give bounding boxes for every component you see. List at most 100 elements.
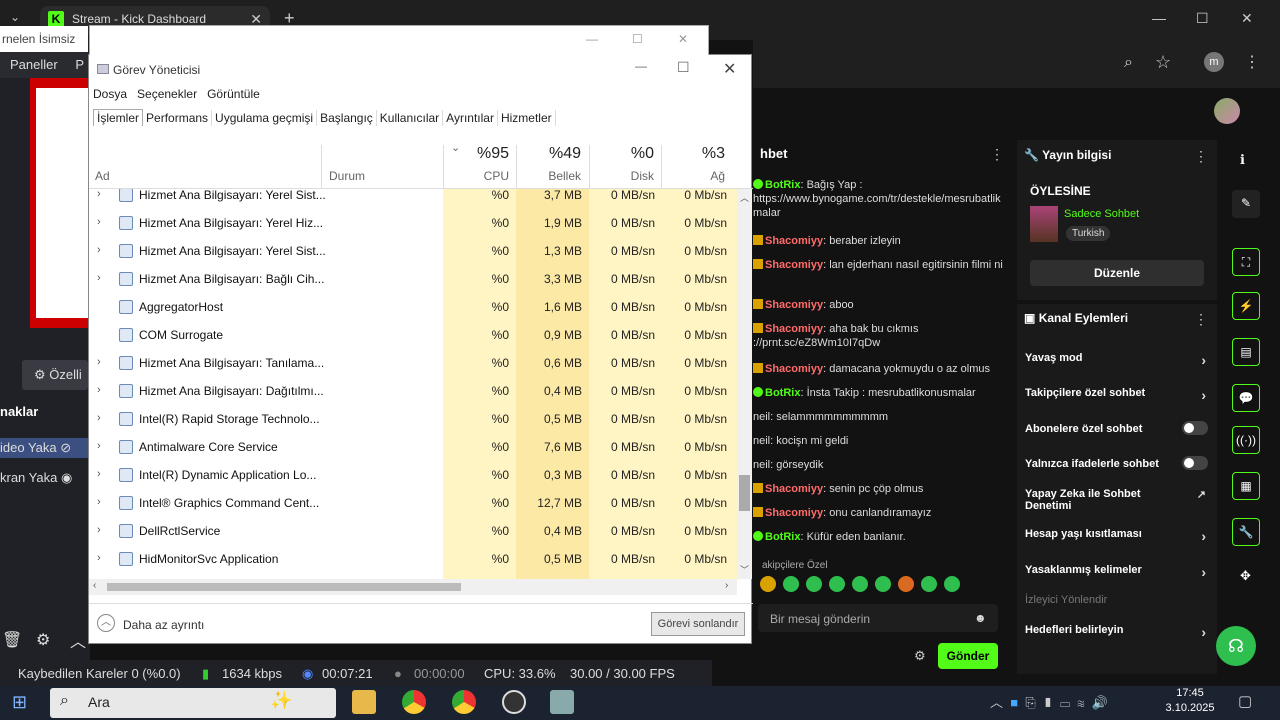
column-memory[interactable]: Bellek <box>529 169 581 183</box>
tab-app-history[interactable]: Uygulama geçmişi <box>212 110 318 126</box>
expand-chevron-icon[interactable]: › <box>97 440 101 452</box>
minimize-icon[interactable]: — <box>586 32 598 46</box>
close-window-icon[interactable]: ✕ <box>1241 10 1253 27</box>
chat-username[interactable]: Shacomiyy <box>765 235 823 247</box>
chat-username[interactable]: Shacomiyy <box>765 299 823 311</box>
tab-details[interactable]: Ayrıntılar <box>443 110 498 126</box>
emote-icon[interactable] <box>852 576 868 592</box>
tab-performance[interactable]: Performans <box>143 110 213 126</box>
process-row[interactable]: AggregatorHost %0 1,6 MB 0 MB/sn 0 Mb/sn <box>89 293 737 321</box>
chevron-up-icon[interactable]: ︿ <box>990 695 1003 710</box>
expand-chevron-icon[interactable]: › <box>97 272 101 284</box>
menu-secenekler[interactable]: Seçenekler <box>137 87 197 101</box>
taskbar-search[interactable]: Ara <box>50 688 336 718</box>
broadcast-icon[interactable]: ((·)) <box>1232 426 1260 454</box>
chevron-up-circle-icon[interactable]: ︿ <box>97 614 115 632</box>
expand-chevron-icon[interactable]: › <box>97 356 101 368</box>
pencil-icon[interactable]: ✎ <box>1232 190 1260 218</box>
emote-icon[interactable] <box>875 576 891 592</box>
process-row[interactable]: COM Surrogate %0 0,9 MB 0 MB/sn 0 Mb/sn <box>89 321 737 349</box>
process-row[interactable]: › Hizmet Ana Bilgisayarı: Dağıtılmı... %0 0… <box>89 377 737 405</box>
chat-username[interactable]: BotRix <box>765 179 800 191</box>
chrome-icon[interactable] <box>402 690 426 714</box>
visibility-off-icon[interactable]: ⊘ <box>60 440 71 455</box>
horizontal-scroll-thumb[interactable] <box>107 583 461 591</box>
chat-username[interactable]: neil <box>753 435 770 447</box>
info-icon[interactable]: ℹ <box>1240 152 1245 168</box>
toggle-switch[interactable] <box>1182 456 1208 470</box>
channel-action-item[interactable]: Hesap yaşı kısıtlaması › <box>1025 528 1210 544</box>
process-row[interactable]: › Hizmet Ana Bilgisayarı: Yerel Sist... %0… <box>89 237 737 265</box>
emote-icon[interactable] <box>783 576 799 592</box>
end-task-button[interactable]: Görevi sonlandır <box>651 612 745 636</box>
expand-chevron-icon[interactable]: › <box>97 412 101 424</box>
tab-search-dropdown[interactable]: ⌄ <box>10 10 20 24</box>
battery-icon[interactable]: ▭ <box>1060 695 1070 710</box>
wrench-icon[interactable]: 🔧 <box>1232 518 1260 546</box>
gear-icon[interactable]: ⚙ <box>36 630 50 650</box>
vertical-scrollbar[interactable]: ︿ ﹀ <box>737 189 752 579</box>
obs-icon[interactable] <box>502 690 526 714</box>
expand-chevron-icon[interactable]: › <box>97 216 101 228</box>
expand-chevron-icon[interactable]: › <box>97 496 101 508</box>
windows-start-icon[interactable]: ⊞ <box>12 692 27 713</box>
process-row[interactable]: › HidMonitorSvc Application %0 0,5 MB 0 MB/s… <box>89 545 737 573</box>
channel-action-item[interactable]: Yalnızca ifadelerle sohbet <box>1025 456 1210 470</box>
process-row[interactable]: › Intel(R) Rapid Storage Technolo... %0 0,5… <box>89 405 737 433</box>
layout-icon[interactable]: ▦ <box>1232 472 1260 500</box>
process-row[interactable]: › Hizmet Ana Bilgisayarı: Yerel Sist... %0… <box>89 189 737 209</box>
menu-dosya[interactable]: Dosya <box>93 87 127 101</box>
emote-icon[interactable] <box>921 576 937 592</box>
channel-action-item[interactable]: Yapay Zeka ile Sohbet Denetimi ↗ <box>1025 488 1210 512</box>
process-row[interactable]: › Hizmet Ana Bilgisayarı: Bağlı Cih... %0 3… <box>89 265 737 293</box>
edit-button[interactable]: Düzenle <box>1030 260 1204 286</box>
scroll-left-icon[interactable]: ‹ <box>93 580 96 591</box>
eye-icon[interactable]: ◉ <box>61 470 72 485</box>
process-row[interactable]: › Hizmet Ana Bilgisayarı: Tanılama... %0 0,… <box>89 349 737 377</box>
column-name[interactable]: Ad <box>95 169 110 183</box>
chat-input[interactable]: Bir mesaj gönderin <box>758 604 998 632</box>
wifi-icon[interactable]: ≋ <box>1077 695 1084 710</box>
meet-icon[interactable]: ⎘ <box>1025 695 1035 710</box>
help-button[interactable]: ☊ <box>1216 626 1256 666</box>
toggle-switch[interactable] <box>1182 421 1208 435</box>
chevron-up-icon[interactable]: ︿ <box>70 628 86 652</box>
notification-icon[interactable]: ▢ <box>1238 692 1252 710</box>
menu-paneller[interactable]: Paneller <box>10 57 58 72</box>
send-button[interactable]: Gönder <box>938 643 998 669</box>
task-manager-taskbar-icon[interactable] <box>550 690 574 714</box>
bookmark-star-icon[interactable]: ☆ <box>1155 52 1171 73</box>
file-explorer-icon[interactable] <box>352 690 376 714</box>
user-avatar[interactable] <box>1214 98 1240 124</box>
usb-icon[interactable]: ▮ <box>1043 695 1053 710</box>
process-row[interactable]: › Antimalware Core Service %0 7,6 MB 0 MB/sn… <box>89 433 737 461</box>
tab-startup[interactable]: Başlangıç <box>317 110 377 126</box>
column-status[interactable]: Durum <box>329 169 365 183</box>
tab-services[interactable]: Hizmetler <box>498 110 556 126</box>
chat-username[interactable]: BotRix <box>765 531 800 543</box>
tab-users[interactable]: Kullanıcılar <box>377 110 444 126</box>
channel-action-item[interactable]: Abonelere özel sohbet <box>1025 421 1210 435</box>
expand-chevron-icon[interactable]: › <box>97 552 101 564</box>
fewer-details-link[interactable]: Daha az ayrıntı <box>123 618 204 632</box>
chat-username[interactable]: neil <box>753 411 770 423</box>
emote-icon[interactable] <box>829 576 845 592</box>
scroll-up-icon[interactable]: ︿ <box>740 191 749 204</box>
properties-button[interactable]: ⚙ Özelli <box>22 360 88 390</box>
chat-username[interactable]: BotRix <box>765 387 800 399</box>
channel-action-item[interactable]: Takipçilere özel sohbet › <box>1025 387 1210 403</box>
menu-p[interactable]: P <box>75 57 84 72</box>
channel-action-item[interactable]: Yavaş mod › <box>1025 352 1210 368</box>
source-item[interactable]: ideo Yaka ⊘ <box>0 438 88 458</box>
scroll-right-icon[interactable]: › <box>725 580 728 591</box>
trash-icon[interactable]: 🗑 <box>2 630 22 650</box>
expand-chevron-icon[interactable]: › <box>97 244 101 256</box>
stream-category[interactable]: Sadece Sohbet <box>1064 208 1139 220</box>
chat-username[interactable]: Shacomiyy <box>765 363 823 375</box>
chrome-icon-2[interactable] <box>452 690 476 714</box>
maximize-icon[interactable]: ☐ <box>632 32 643 46</box>
tab-processes[interactable]: İşlemler <box>93 109 144 126</box>
clock[interactable]: 17:45 3.10.2025 <box>1160 686 1220 716</box>
expand-chevron-icon[interactable]: › <box>97 384 101 396</box>
maximize-icon[interactable]: ☐ <box>677 59 690 76</box>
